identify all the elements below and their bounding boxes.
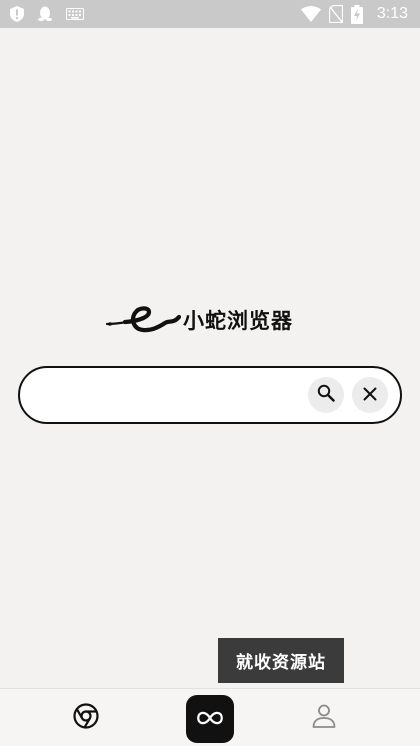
status-bar-left — [10, 6, 84, 22]
search-input[interactable] — [44, 375, 300, 415]
nav-home-tab[interactable] — [186, 695, 234, 743]
shield-alert-icon — [10, 6, 24, 22]
battery-charging-icon — [350, 4, 363, 24]
keyboard-icon — [66, 8, 84, 20]
infinity-icon — [196, 710, 224, 729]
status-bar: 3:13 — [0, 0, 420, 28]
app-logo: 小蛇浏览器 — [105, 300, 320, 340]
nav-browser-tab[interactable] — [66, 701, 106, 735]
logo-text: 小蛇浏览器 — [183, 309, 293, 333]
search-button[interactable] — [308, 377, 344, 413]
status-time: 3:13 — [376, 5, 408, 22]
person-icon — [311, 703, 337, 733]
toast-message: 就收资源站 — [218, 638, 344, 683]
close-icon — [363, 386, 377, 405]
qq-penguin-icon — [38, 6, 52, 22]
clear-button[interactable] — [352, 377, 388, 413]
status-bar-right: 3:13 — [300, 4, 408, 24]
bottom-nav — [0, 688, 420, 746]
search-icon — [317, 384, 335, 406]
chrome-browser-icon — [73, 703, 99, 733]
search-bar — [18, 366, 402, 424]
no-sim-icon — [328, 5, 343, 23]
snake-e-logo-icon — [105, 305, 181, 335]
nav-profile-tab[interactable] — [304, 701, 344, 735]
wifi-icon — [300, 6, 321, 22]
